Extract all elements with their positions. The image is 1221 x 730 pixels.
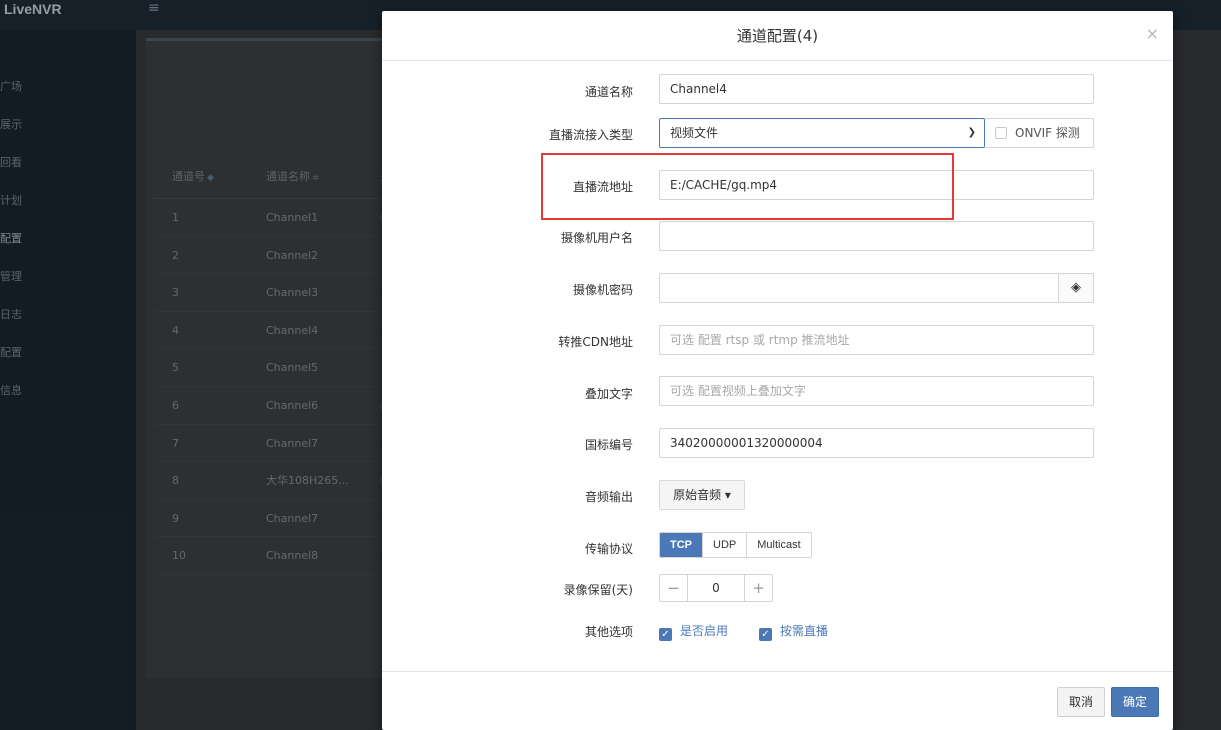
modal-footer: 取消 确定 [382,671,1173,730]
record-days-value[interactable]: 0 [688,575,744,601]
cdn-url-label: 转推CDN地址 [558,335,633,349]
channel-name-input[interactable] [659,74,1094,104]
checkmark-icon: ✓ [759,628,772,641]
camera-username-input[interactable] [659,221,1094,251]
highlight-box [541,153,954,220]
overlay-text-input[interactable] [659,376,1094,406]
channel-name-label: 通道名称 [584,85,633,99]
cdn-url-input[interactable] [659,325,1094,355]
channel-config-modal: 通道配置(4) × 通道名称 直播流接入类型 视频文件 ❯ ONVIF 探测 直… [382,11,1173,730]
confirm-button[interactable]: 确定 [1111,687,1160,717]
gb-id-label: 国标编号 [584,438,633,452]
onvif-probe-checkbox[interactable]: ONVIF 探测 [985,118,1094,148]
modal-header: 通道配置(4) × [382,11,1173,61]
enable-checkbox-label: 是否启用 [680,624,729,638]
transport-tcp-button[interactable]: TCP [660,533,703,557]
transport-multicast-button[interactable]: Multicast [747,533,810,557]
overlay-text-label: 叠加文字 [584,387,633,401]
audio-output-label: 音频输出 [584,490,633,504]
record-days-label: 录像保留(天) [563,583,633,597]
other-options-label: 其他选项 [584,625,633,639]
camera-password-input[interactable] [659,273,1059,303]
plus-icon[interactable]: + [744,575,772,601]
stream-type-value: 视频文件 [670,126,719,140]
checkbox-icon [995,127,1007,139]
stream-type-select[interactable]: 视频文件 ❯ [659,118,985,148]
close-icon[interactable]: × [1146,26,1159,42]
camera-username-label: 摄像机用户名 [560,231,633,245]
chevron-down-icon: ❯ [967,127,976,138]
modal-title: 通道配置(4) [736,27,819,45]
gb-id-input[interactable] [659,428,1094,458]
transport-udp-button[interactable]: UDP [703,533,748,557]
onvif-probe-label: ONVIF 探测 [1015,126,1080,140]
minus-icon[interactable]: − [660,575,688,601]
stream-type-label: 直播流接入类型 [548,128,633,142]
on-demand-checkbox-label: 按需直播 [780,624,829,638]
camera-password-label: 摄像机密码 [572,283,633,297]
transport-protocol-label: 传输协议 [584,542,633,556]
enable-checkbox[interactable]: ✓ 是否启用 [659,622,729,641]
audio-output-dropdown[interactable]: 原始音频 ▾ [659,480,745,510]
on-demand-checkbox[interactable]: ✓ 按需直播 [759,622,829,641]
transport-protocol-group: TCP UDP Multicast [659,532,812,558]
eye-slash-icon[interactable]: ◈ [1059,273,1094,303]
record-days-stepper: − 0 + [659,574,773,602]
cancel-button[interactable]: 取消 [1057,687,1106,717]
checkmark-icon: ✓ [659,628,672,641]
